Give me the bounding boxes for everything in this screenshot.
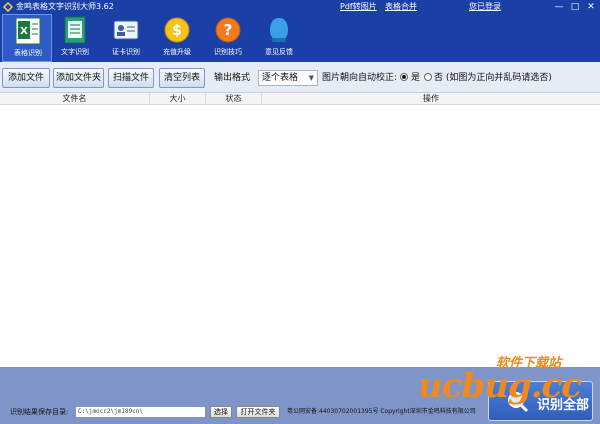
auto-correct-no-radio[interactable] — [424, 73, 432, 81]
table-merge-link[interactable]: 表格合并 — [385, 1, 417, 13]
tool-text-recognition[interactable]: 文字识别 — [50, 14, 100, 62]
auto-correct-yes-label: 是 — [411, 73, 421, 83]
auto-correct-label: 图片朝向自动校正: — [322, 73, 398, 83]
add-file-button[interactable]: 添加文件 — [2, 68, 50, 88]
column-header-status[interactable]: 状态 — [206, 93, 262, 105]
tool-label: 充值升级 — [163, 48, 191, 56]
svg-text:X: X — [20, 26, 28, 37]
file-table-header: 文件名 大小 状态 操作 — [0, 93, 600, 105]
output-format-label: 输出格式 — [214, 73, 251, 83]
scan-file-button[interactable]: 扫描文件 — [108, 68, 154, 88]
maximize-icon[interactable]: □ — [568, 0, 582, 14]
tool-tips[interactable]: ? 识别技巧 — [203, 14, 253, 62]
feedback-icon — [270, 18, 288, 42]
svg-text:$: $ — [172, 23, 182, 39]
save-dir-label: 识别结果保存目录: — [10, 408, 69, 416]
help-icon: ? — [215, 17, 241, 43]
app-logo-icon — [3, 2, 13, 12]
tool-label: 证卡识别 — [112, 48, 140, 56]
save-dir-field[interactable]: C:\jmocr2\jm189cn\ — [75, 406, 206, 418]
add-folder-button[interactable]: 添加文件夹 — [53, 68, 104, 88]
watermark: 软件下载站 ucbug.cc — [408, 352, 598, 412]
clear-list-button[interactable]: 清空列表 — [159, 68, 205, 88]
login-status-link[interactable]: 您已登录 — [469, 1, 501, 13]
watermark-logo-text: ucbug.cc — [418, 366, 582, 406]
column-header-size[interactable]: 大小 — [150, 93, 206, 105]
file-list[interactable] — [0, 105, 600, 367]
chevron-down-icon: ▼ — [308, 74, 314, 82]
output-format-select[interactable]: 逐个表格 ▼ — [258, 70, 318, 86]
tool-label: 识别技巧 — [214, 48, 242, 56]
tool-table-recognition[interactable]: X 表格识别 — [2, 14, 52, 62]
open-folder-button[interactable]: 打开文件夹 — [236, 406, 280, 418]
auto-correct-no-label: 否 (如图为正向并乱码请选否) — [434, 73, 552, 83]
tool-recharge[interactable]: $ 充值升级 — [152, 14, 202, 62]
id-card-icon — [113, 20, 139, 40]
close-icon[interactable]: ✕ — [584, 0, 598, 14]
output-format-value: 逐个表格 — [262, 73, 299, 83]
column-header-filename[interactable]: 文件名 — [0, 93, 150, 105]
tool-feedback[interactable]: 意见反馈 — [254, 14, 304, 62]
title-bar: 金鸣表格文字识别大师3.62 Pdf转图片 表格合并 您已登录 — □ ✕ — [0, 0, 600, 14]
pdf-to-image-link[interactable]: Pdf转图片 — [340, 1, 377, 13]
auto-correct-yes-radio[interactable] — [400, 73, 408, 81]
minimize-icon[interactable]: — — [552, 0, 566, 14]
main-toolbar: X 表格识别 文字识别 证卡识别 $ 充值升级 ? 识别技巧 意见反馈 — [0, 14, 600, 62]
column-header-action[interactable]: 操作 — [262, 93, 600, 105]
tool-label: 文字识别 — [61, 48, 89, 56]
tool-id-card-recognition[interactable]: 证卡识别 — [101, 14, 151, 62]
window-title: 金鸣表格文字识别大师3.62 — [16, 2, 114, 11]
svg-text:?: ? — [224, 21, 233, 39]
coin-icon: $ — [164, 17, 190, 43]
tool-label: 意见反馈 — [265, 48, 293, 56]
document-icon — [64, 16, 86, 44]
excel-icon: X — [15, 17, 41, 45]
action-bar: 添加文件 添加文件夹 扫描文件 清空列表 输出格式 逐个表格 ▼ 图片朝向自动校… — [0, 62, 600, 93]
tool-label: 表格识别 — [14, 49, 42, 57]
select-dir-button[interactable]: 选择 — [210, 406, 232, 418]
